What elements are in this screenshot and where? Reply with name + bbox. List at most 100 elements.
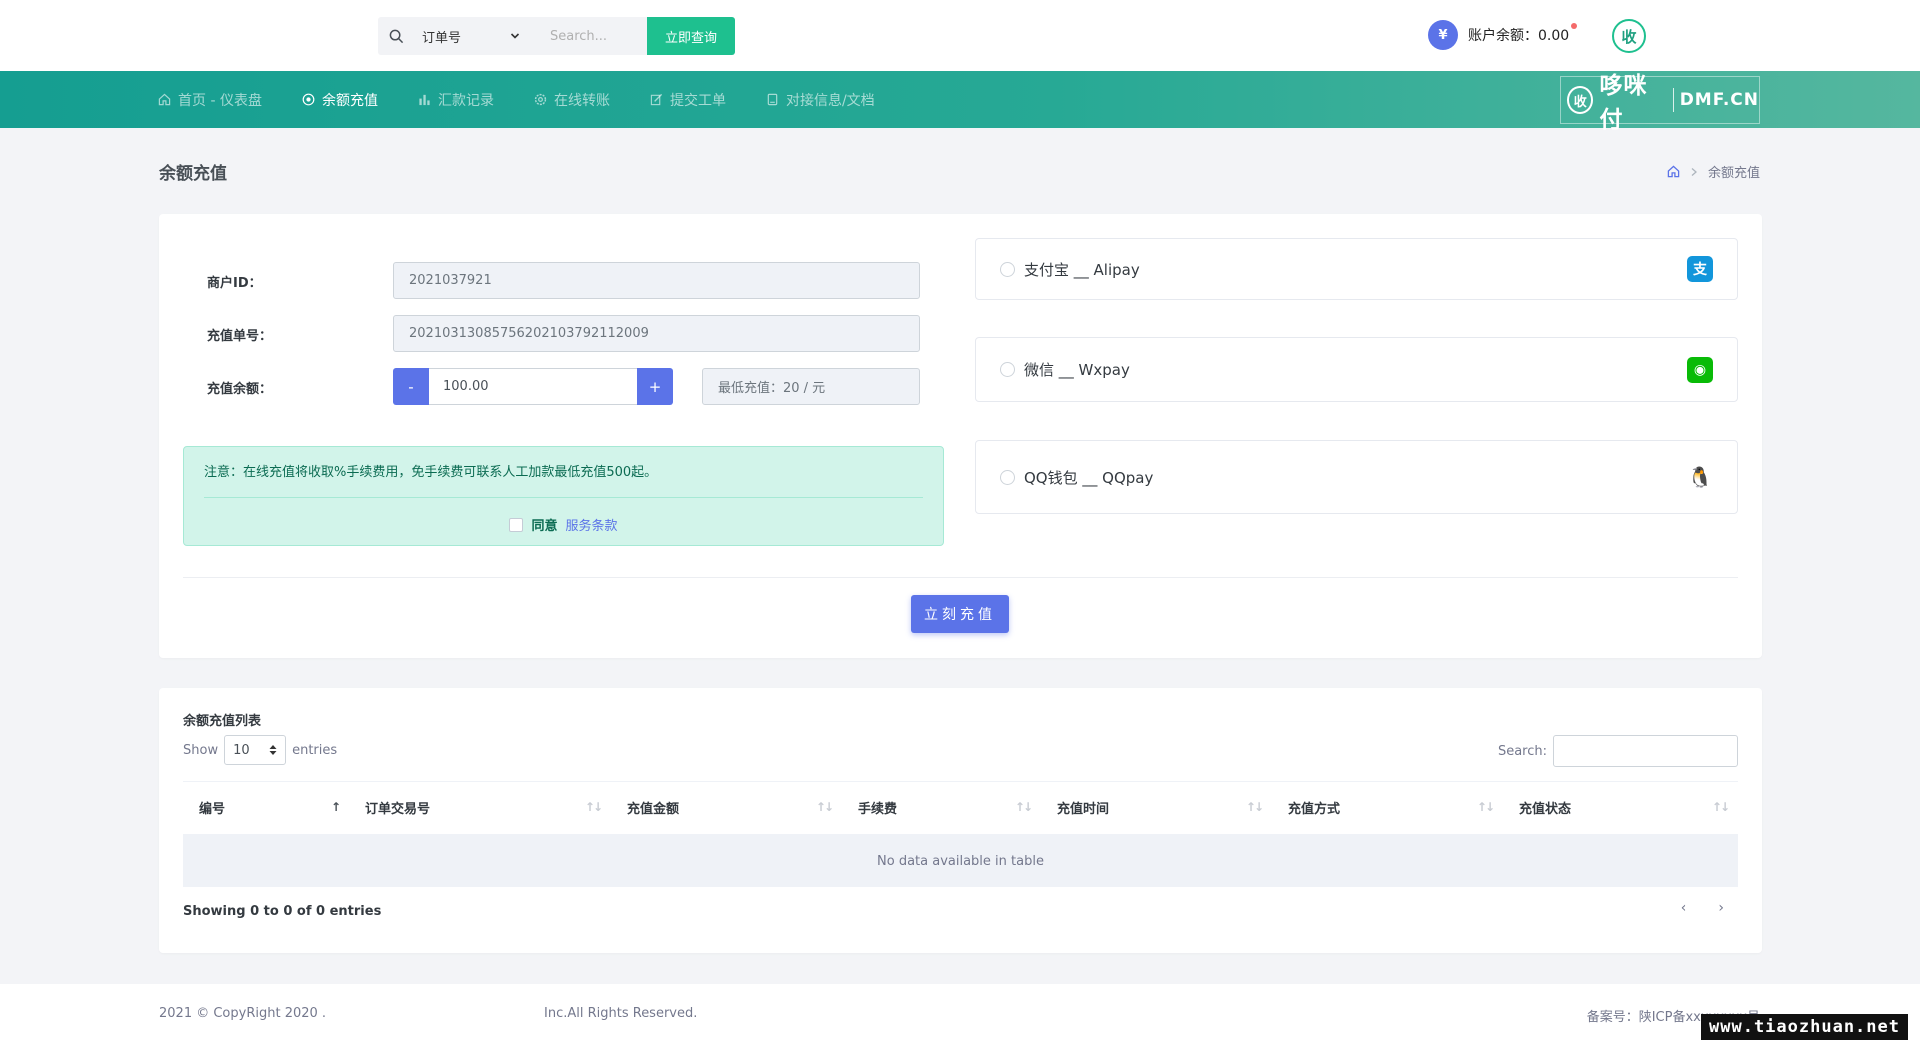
pagination: ‹ › — [1681, 900, 1724, 916]
footer-rights: Inc.All Rights Reserved. — [544, 1006, 698, 1021]
pay-option-qq[interactable]: QQ钱包 __ QQpay 🐧 — [975, 440, 1738, 514]
column-label: 充值时间 — [1057, 802, 1110, 818]
showing-info: Showing 0 to 0 of 0 entries — [183, 904, 382, 919]
sort-updown-icon — [269, 745, 277, 755]
nav-item-ticket[interactable]: 提交工单 — [650, 90, 726, 110]
sort-icon: ↑↓ — [815, 800, 834, 814]
recharge-list-card: 余额充值列表 Show 10 entries Search: 编号 ↑ 订单交易号… — [159, 688, 1762, 953]
nav-item-label: 在线转账 — [553, 92, 610, 109]
nav-item-recharge[interactable]: 余额充值 — [302, 90, 378, 110]
page-size-select[interactable]: 10 — [224, 735, 287, 765]
submit-recharge-button[interactable]: 立刻充值 — [911, 595, 1009, 633]
column-label: 订单交易号 — [365, 802, 431, 818]
gear-icon — [534, 93, 547, 106]
amount-label: 充值余额： — [207, 382, 273, 397]
nav-item-remit-records[interactable]: 汇款记录 — [418, 90, 494, 110]
column-header-order[interactable]: 订单交易号 ↑↓ — [349, 781, 611, 836]
nav-item-label: 对接信息/文档 — [785, 92, 875, 109]
home-icon[interactable] — [1667, 165, 1680, 178]
wechat-icon: ◉ — [1687, 356, 1713, 383]
page-size-value: 10 — [233, 742, 250, 758]
increase-button[interactable]: + — [637, 368, 673, 405]
page-title: 余额充值 — [159, 164, 227, 184]
search-button[interactable]: 立即查询 — [647, 17, 735, 55]
nav-item-label: 汇款记录 — [437, 92, 494, 109]
next-page-button[interactable]: › — [1718, 900, 1724, 916]
pay-option-wechat[interactable]: 微信 __ Wxpay ◉ — [975, 337, 1738, 402]
qq-penguin-icon: 🐧 — [1687, 464, 1713, 490]
entries-label: entries — [292, 742, 338, 758]
show-label: Show — [183, 742, 219, 758]
pay-option-alipay[interactable]: 支付宝 __ Alipay 支 — [975, 238, 1738, 300]
table-search-label: Search: — [1497, 743, 1547, 759]
table-search-input[interactable] — [1553, 735, 1738, 767]
decrease-button[interactable]: - — [393, 368, 429, 405]
nav-item-dashboard[interactable]: 首页 - 仪表盘 — [158, 90, 262, 110]
account-balance[interactable]: ¥ 账户余额：0.00 — [1428, 20, 1578, 50]
breadcrumb-current: 余额充值 — [1707, 166, 1760, 181]
wechat-radio[interactable] — [1000, 362, 1015, 377]
amount-input[interactable] — [429, 368, 637, 405]
min-recharge-field: 最低充值：20 / 元 — [702, 368, 920, 405]
column-header-status[interactable]: 充值状态 ↑↓ — [1503, 781, 1738, 836]
main-nav: 首页 - 仪表盘 余额充值 汇款记录 在线转账 提交工单 对接信息/文档 收 哆… — [0, 71, 1920, 133]
column-label: 充值状态 — [1519, 802, 1572, 818]
document-icon — [767, 93, 778, 106]
column-header-id[interactable]: 编号 ↑ — [183, 781, 349, 836]
logo-mark-icon: 收 — [1567, 86, 1594, 114]
column-header-amount[interactable]: 充值金额 ↑↓ — [611, 781, 842, 836]
watermark: www.tiaozhuan.net — [1701, 1014, 1908, 1040]
footer-copyright: 2021 © CopyRight 2020 . — [159, 1006, 327, 1021]
logo-divider — [1672, 88, 1674, 112]
logo-cn-text: 哆咪付 — [1599, 73, 1648, 133]
agree-checkbox[interactable] — [509, 517, 524, 532]
column-header-fee[interactable]: 手续费 ↑↓ — [842, 781, 1041, 836]
qq-radio[interactable] — [1000, 469, 1015, 485]
search-icon — [378, 17, 414, 55]
nav-item-transfer[interactable]: 在线转账 — [534, 90, 610, 110]
column-header-time[interactable]: 充值时间 ↑↓ — [1041, 781, 1272, 836]
avatar[interactable]: 收 — [1612, 19, 1646, 53]
yen-icon: ¥ — [1428, 20, 1458, 50]
chevron-right-icon — [1691, 167, 1697, 176]
edit-icon — [650, 93, 663, 106]
search-type-select[interactable]: 订单号 — [414, 17, 532, 55]
form-divider — [183, 577, 1738, 578]
amount-stepper: - + — [393, 368, 673, 405]
order-number-label: 充值单号： — [207, 329, 273, 344]
terms-link[interactable]: 服务条款 — [566, 515, 618, 534]
table-search: Search: — [1498, 735, 1738, 767]
chevron-down-icon — [510, 33, 520, 39]
nav-item-label: 首页 - 仪表盘 — [178, 92, 262, 109]
nav-item-label: 余额充值 — [321, 92, 378, 109]
notice-divider — [204, 497, 923, 498]
search-type-value: 订单号 — [422, 30, 462, 46]
balance-label: 账户余额：0.00 — [1468, 28, 1570, 44]
pay-option-label: 微信 __ Wxpay — [1024, 361, 1130, 379]
bar-chart-icon — [419, 94, 430, 106]
pay-option-label: 支付宝 __ Alipay — [1024, 260, 1140, 279]
previous-page-button[interactable]: ‹ — [1681, 900, 1687, 916]
nav-item-docs[interactable]: 对接信息/文档 — [766, 90, 875, 110]
search-input[interactable] — [532, 17, 647, 55]
balance-text: 账户余额：0.00 — [1468, 23, 1578, 45]
column-header-method[interactable]: 充值方式 ↑↓ — [1272, 781, 1503, 836]
order-number-field: 20210313085756202103792112009 — [393, 315, 920, 352]
order-search: 订单号 立即查询 — [378, 17, 735, 55]
empty-table-message: No data available in table — [183, 834, 1738, 887]
brand-logo[interactable]: 收 哆咪付 DMF.CN — [1560, 73, 1760, 133]
merchant-id-label: 商户ID： — [207, 276, 262, 291]
agree-terms: 同意 服务条款 — [184, 515, 943, 534]
alipay-radio[interactable] — [1000, 261, 1015, 277]
notification-dot — [1571, 23, 1578, 29]
alipay-icon: 支 — [1687, 256, 1713, 282]
table-title: 余额充值列表 — [183, 714, 262, 729]
recharge-table: 编号 ↑ 订单交易号 ↑↓ 充值金额 ↑↓ 手续费 ↑↓ 充值时间 ↑↓ 充值方式 ↑↓ 充… — [183, 781, 1738, 887]
topbar: 订单号 立即查询 ¥ 账户余额：0.00 收 — [0, 0, 1920, 71]
sort-icon: ↑↓ — [584, 800, 603, 814]
sort-icon: ↑↓ — [1245, 800, 1264, 814]
home-icon — [158, 93, 171, 106]
pay-option-label: QQ钱包 __ QQpay — [1024, 468, 1154, 487]
breadcrumb: 余额充值 — [1667, 162, 1760, 181]
footer: 2021 © CopyRight 2020 . Inc.All Rights R… — [0, 984, 1920, 1045]
